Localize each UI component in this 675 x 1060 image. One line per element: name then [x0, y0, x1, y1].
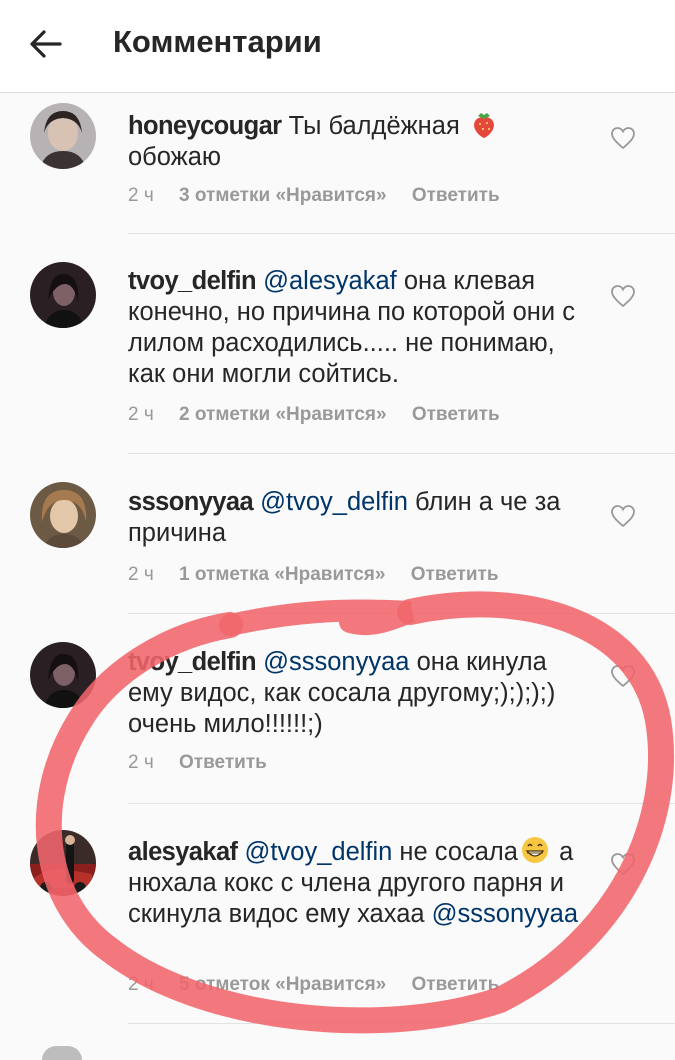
mention-link[interactable]: @tvoy_delfin: [245, 838, 393, 866]
back-button[interactable]: [26, 24, 66, 64]
heart-outline-icon[interactable]: [610, 504, 636, 528]
comment-body: honeycougar Ты балдёжная обожаю: [128, 109, 588, 173]
likes-count[interactable]: 5 отметок «Нравится»: [179, 974, 386, 995]
comment-time: 2 ч: [128, 974, 154, 995]
comment-text-cont: обожаю: [128, 143, 222, 171]
comment-time: 2 ч: [128, 564, 154, 585]
avatar[interactable]: [30, 103, 96, 169]
comment-body: sssonyyaa @tvoy_delfin блин а че за прич…: [128, 487, 588, 549]
comment-time: 2 ч: [128, 752, 154, 773]
mention-link[interactable]: @alesyakaf: [263, 267, 397, 295]
comment-username[interactable]: sssonyyaa: [128, 488, 254, 516]
avatar[interactable]: [30, 830, 96, 896]
comment-meta: 2 ч 3 отметки «Нравится» Ответить: [128, 185, 500, 207]
mention-link[interactable]: @sssonyyaa: [263, 648, 409, 676]
comment-username[interactable]: tvoy_delfin: [128, 648, 257, 676]
comment-item: tvoy_delfin @alesyakaf она клевая конечн…: [0, 234, 675, 454]
reply-button[interactable]: Ответить: [412, 974, 500, 995]
avatar[interactable]: [30, 482, 96, 548]
comment-username[interactable]: honeycougar: [128, 112, 282, 140]
avatar[interactable]: [30, 642, 96, 708]
comment-meta: 2 ч Ответить: [128, 752, 267, 774]
likes-count[interactable]: 2 отметки «Нравится»: [179, 404, 387, 425]
reply-button[interactable]: Ответить: [179, 752, 267, 773]
comment-time: 2 ч: [128, 404, 154, 425]
page-title: Комментарии: [113, 24, 322, 59]
comment-text: не сосала: [392, 838, 518, 866]
heart-outline-icon[interactable]: [610, 126, 636, 150]
reply-button[interactable]: Ответить: [412, 404, 500, 425]
mention-link[interactable]: @sssonyyaa: [432, 900, 578, 928]
grinning-emoji: [522, 837, 548, 863]
comment-body: tvoy_delfin @alesyakaf она клевая конечн…: [128, 266, 588, 390]
likes-count[interactable]: 1 отметка «Нравится»: [179, 564, 385, 585]
arrow-left-icon: [30, 30, 62, 58]
comment-body: tvoy_delfin @sssonyyaa она кинула ему ви…: [128, 647, 588, 740]
strawberry-emoji: [473, 113, 494, 138]
comment-time: 2 ч: [128, 185, 154, 206]
comment-item: sssonyyaa @tvoy_delfin блин а че за прич…: [0, 454, 675, 614]
comment-username[interactable]: tvoy_delfin: [128, 267, 257, 295]
comment-item: alesyakaf @tvoy_delfin не сосала а нюхал…: [0, 804, 675, 1024]
comment-item: tvoy_delfin @sssonyyaa она кинула ему ви…: [0, 614, 675, 804]
header-bar: Комментарии: [0, 0, 675, 93]
avatar[interactable]: [30, 262, 96, 328]
likes-count[interactable]: 3 отметки «Нравится»: [179, 185, 387, 206]
comment-item: honeycougar Ты балдёжная обожаю 2 ч 3 от…: [0, 93, 675, 234]
comment-meta: 2 ч 1 отметка «Нравится» Ответить: [128, 564, 499, 586]
divider: [128, 1023, 675, 1024]
reply-button[interactable]: Ответить: [412, 185, 500, 206]
comment-meta: 2 ч 2 отметки «Нравится» Ответить: [128, 404, 500, 426]
heart-outline-icon[interactable]: [610, 664, 636, 688]
comment-body: alesyakaf @tvoy_delfin не сосала а нюхал…: [128, 835, 588, 930]
heart-outline-icon[interactable]: [610, 284, 636, 308]
mention-link[interactable]: @tvoy_delfin: [260, 488, 408, 516]
reply-button[interactable]: Ответить: [411, 564, 499, 585]
comment-username[interactable]: alesyakaf: [128, 838, 238, 866]
avatar[interactable]: [42, 1046, 82, 1060]
comment-text: Ты балдёжная: [288, 112, 467, 140]
comment-meta: 2 ч 5 отметок «Нравится» Ответить: [128, 974, 499, 996]
heart-outline-icon[interactable]: [610, 852, 636, 876]
